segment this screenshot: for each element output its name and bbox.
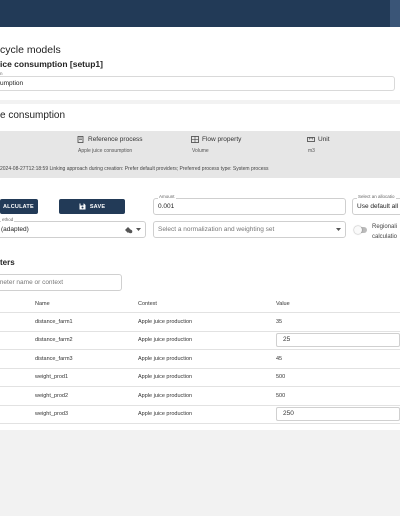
section-title: e consumption — [0, 110, 66, 121]
table-row[interactable]: weight_prod2 Apple juice production 500 — [0, 387, 400, 406]
parameter-name: distance_farm1 — [35, 318, 73, 325]
top-app-bar — [0, 0, 400, 27]
unit-column: Unit m3 — [307, 136, 330, 154]
allocation-label: Select an allocatio — [357, 194, 396, 199]
ref-process-value[interactable]: Apple juice consumption — [78, 148, 143, 154]
parameters-table: Name Context Value distance_farm1 Apple j… — [0, 295, 400, 424]
column-header-context[interactable]: Context — [138, 301, 157, 307]
amount-label: Amount — [158, 194, 176, 199]
save-icon — [79, 203, 86, 210]
parameter-value[interactable]: 500 — [276, 374, 285, 380]
method-value: (adapted) — [1, 226, 29, 233]
table-row[interactable]: distance_farm3 Apple juice production 45 — [0, 350, 400, 369]
unit-value: m3 — [308, 148, 315, 154]
top-bar-corner — [390, 0, 400, 27]
parameter-context: Apple juice production — [138, 355, 193, 362]
flow-property-value: Volume — [192, 148, 209, 154]
column-header-name[interactable]: Name — [35, 301, 50, 307]
amount-input[interactable]: Amount 0.001 — [153, 194, 346, 215]
flow-property-icon — [191, 136, 199, 143]
method-options-icon[interactable] — [124, 226, 133, 234]
parameter-value-input[interactable]: 25 — [276, 333, 400, 348]
table-row[interactable]: weight_prod1 Apple juice production 500 — [0, 369, 400, 387]
parameter-context: Apple juice production — [138, 337, 193, 344]
regionalized-label-line1: Regionali — [372, 224, 398, 230]
unit-label: Unit — [318, 136, 330, 143]
regionalized-label-line2: calculatio — [372, 234, 398, 240]
parameter-value[interactable]: 500 — [276, 393, 285, 399]
column-header-value[interactable]: Value — [276, 301, 290, 307]
save-button[interactable]: SAVE — [59, 199, 125, 214]
parameter-name: distance_farm3 — [35, 355, 73, 362]
regionalized-toggle[interactable] — [354, 225, 367, 234]
parameter-name: weight_prod2 — [35, 392, 69, 399]
parameter-value-input[interactable]: 250 — [276, 407, 400, 422]
normalization-select[interactable]: Select a normalization and weighting set — [153, 221, 346, 238]
table-row[interactable]: weight_prod3 Apple juice production 250 — [0, 406, 400, 424]
ref-process-column: Reference process Apple juice consumptio… — [77, 136, 143, 154]
method-label: ethod — [1, 217, 15, 222]
table-row[interactable]: distance_farm2 Apple juice production 25 — [0, 332, 400, 350]
parameter-search-input[interactable]: meter name or context — [0, 274, 122, 291]
ref-process-label: Reference process — [88, 136, 143, 143]
name-field[interactable]: umption — [0, 76, 395, 91]
page-subtitle: ice consumption [setup1] — [0, 59, 103, 69]
calculate-button[interactable]: ALCULATE — [0, 199, 38, 214]
flow-property-label: Flow property — [202, 136, 242, 143]
parameters-title: ters — [0, 258, 15, 267]
regionalized-label: Regionali calculatio — [372, 222, 397, 242]
calculate-button-label: ALCULATE — [3, 203, 34, 210]
impact-method-select[interactable]: ethod (adapted) — [0, 217, 146, 238]
parameter-context: Apple juice production — [138, 318, 193, 325]
save-button-label: SAVE — [89, 203, 106, 210]
linking-info-text: 2024-08-27T12:18:59 Linking approach dur… — [0, 166, 269, 172]
header-card: cycle models ice consumption [setup1] n … — [0, 27, 400, 100]
amount-value: 0.001 — [158, 203, 175, 210]
flow-property-column: Flow property Volume — [191, 136, 241, 154]
normalization-placeholder: Select a normalization and weighting set — [158, 226, 275, 233]
parameter-context: Apple juice production — [138, 411, 193, 418]
parameter-context: Apple juice production — [138, 374, 193, 381]
parameter-name: weight_prod1 — [35, 374, 69, 381]
allocation-select[interactable]: Select an allocatio Use default all — [352, 194, 400, 215]
parameter-value[interactable]: 35 — [276, 319, 282, 325]
dropdown-arrow-icon[interactable] — [336, 228, 341, 232]
page-title: cycle models — [0, 44, 61, 56]
parameter-name: distance_farm2 — [35, 337, 73, 344]
unit-icon — [307, 137, 315, 142]
dropdown-arrow-icon[interactable] — [136, 228, 141, 232]
table-header: Name Context Value — [0, 295, 400, 313]
parameter-context: Apple juice production — [138, 392, 193, 399]
allocation-value: Use default all — [357, 203, 399, 210]
main-card: e consumption Reference process Apple ju… — [0, 104, 400, 430]
parameter-value[interactable]: 45 — [276, 356, 282, 362]
parameter-name: weight_prod3 — [35, 411, 69, 418]
table-row[interactable]: distance_farm1 Apple juice production 35 — [0, 313, 400, 332]
process-icon — [77, 136, 84, 143]
